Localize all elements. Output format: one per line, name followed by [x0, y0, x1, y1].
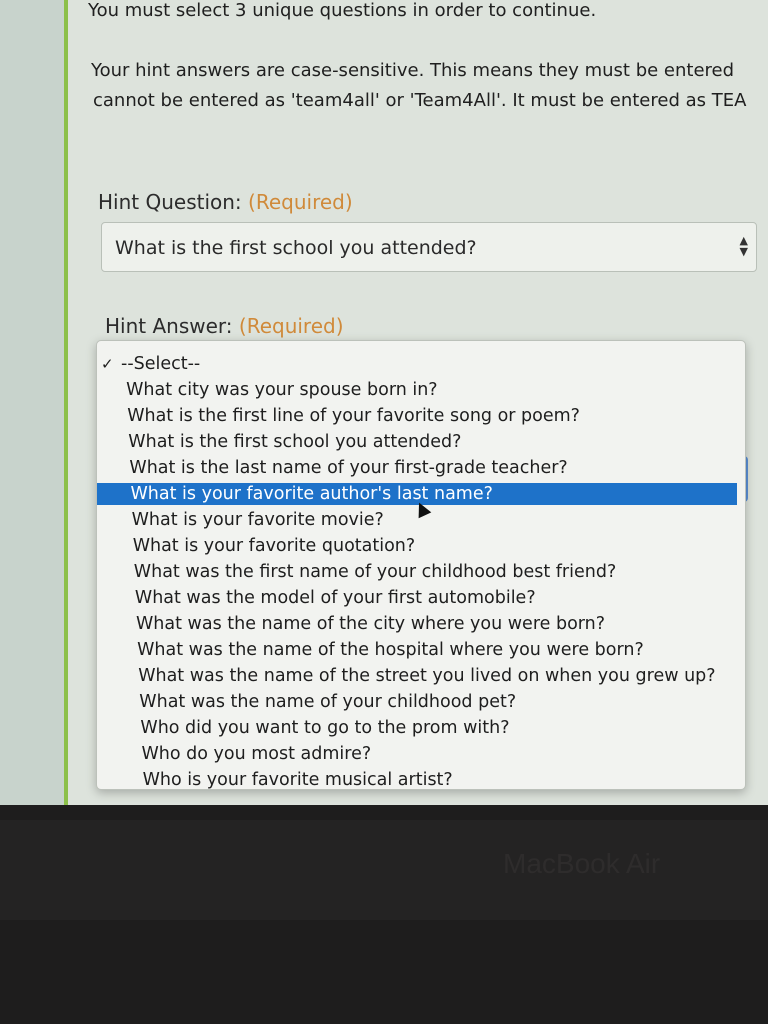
dropdown-option-label: Who did you want to go to the prom with? [140, 718, 510, 738]
dropdown-option-label: What is your favorite author's last name… [130, 484, 493, 504]
dropdown-option[interactable]: ✓ --Select-- [97, 353, 737, 375]
question-dropdown-list[interactable]: ✓ --Select-- What city was your spouse bor… [96, 340, 746, 790]
dropdown-option[interactable]: What is the last name of your first-grad… [97, 457, 737, 479]
dropdown-option-label: What is the first school you attended? [128, 432, 462, 452]
dropdown-option[interactable]: What was the first name of your childhoo… [97, 561, 737, 583]
hint-question-label-text: Hint Question: [98, 190, 242, 214]
select-arrows-icon: ▲ ▼ [739, 234, 748, 258]
dropdown-option[interactable]: What was the name of the street you live… [97, 665, 737, 687]
dropdown-option-label: What was the name of the city where you … [136, 614, 606, 634]
checkmark-icon: ✓ [101, 355, 114, 373]
case-sensitive-paragraph-line1: Your hint answers are case-sensitive. Th… [91, 60, 735, 81]
dropdown-option-label: What city was your spouse born in? [126, 380, 438, 400]
dropdown-option-label: --Select-- [121, 354, 201, 374]
dropdown-option[interactable]: What is the first line of your favorite … [97, 405, 737, 427]
dropdown-option[interactable]: What city was your spouse born in? [97, 379, 737, 401]
dropdown-option-label: What was the model of your first automob… [134, 588, 536, 608]
dropdown-option[interactable]: Who is your favorite musical artist? [97, 769, 737, 791]
dropdown-option-label: What was the name of the street you live… [138, 666, 716, 686]
dropdown-option-label: What was the name of your childhood pet? [139, 692, 517, 712]
dropdown-option[interactable]: Who do you most admire? [97, 743, 737, 765]
dropdown-option[interactable]: What was the name of your childhood pet? [97, 691, 737, 713]
hint-question-label: Hint Question: (Required) [98, 190, 353, 214]
dropdown-option[interactable]: What was the model of your first automob… [97, 587, 737, 609]
hint-question-selected-value: What is the first school you attended? [115, 237, 477, 259]
dropdown-option[interactable]: What is the first school you attended? [97, 431, 737, 453]
hint-answer-label: Hint Answer: (Required) [105, 314, 344, 338]
dropdown-option-label: Who do you most admire? [141, 744, 372, 764]
dropdown-option-label: What is your favorite quotation? [132, 536, 416, 556]
left-margin [0, 0, 64, 805]
screen: You must select 3 unique questions in or… [0, 0, 768, 805]
dropdown-option-label: What was the first name of your childhoo… [133, 562, 617, 582]
dropdown-option-label: Who is your favorite musical artist? [142, 770, 453, 790]
dropdown-option-label: What was the name of the hospital where … [137, 640, 644, 660]
dropdown-option[interactable]: What is your favorite quotation? [97, 535, 737, 557]
dropdown-option-label: What is your favorite movie? [131, 510, 384, 530]
required-indicator: (Required) [248, 190, 353, 214]
dropdown-option-label: What is the last name of your first-grad… [129, 458, 568, 478]
dropdown-option[interactable]: What is your favorite author's last name… [97, 483, 737, 505]
hint-answer-label-text: Hint Answer: [105, 314, 233, 338]
case-sensitive-paragraph-line2: cannot be entered as 'team4all' or 'Team… [93, 90, 747, 111]
dropdown-option[interactable]: What was the name of the hospital where … [97, 639, 737, 661]
required-indicator: (Required) [238, 314, 344, 338]
dropdown-option[interactable]: What was the name of the city where you … [97, 613, 737, 635]
dropdown-option[interactable]: Who did you want to go to the prom with? [97, 717, 737, 739]
device-brand-label: MacBook Air [503, 848, 661, 879]
notice-text: You must select 3 unique questions in or… [88, 0, 597, 21]
hint-question-select[interactable]: What is the first school you attended? ▲… [101, 222, 757, 272]
dropdown-option-label: What is the first line of your favorite … [127, 406, 580, 426]
